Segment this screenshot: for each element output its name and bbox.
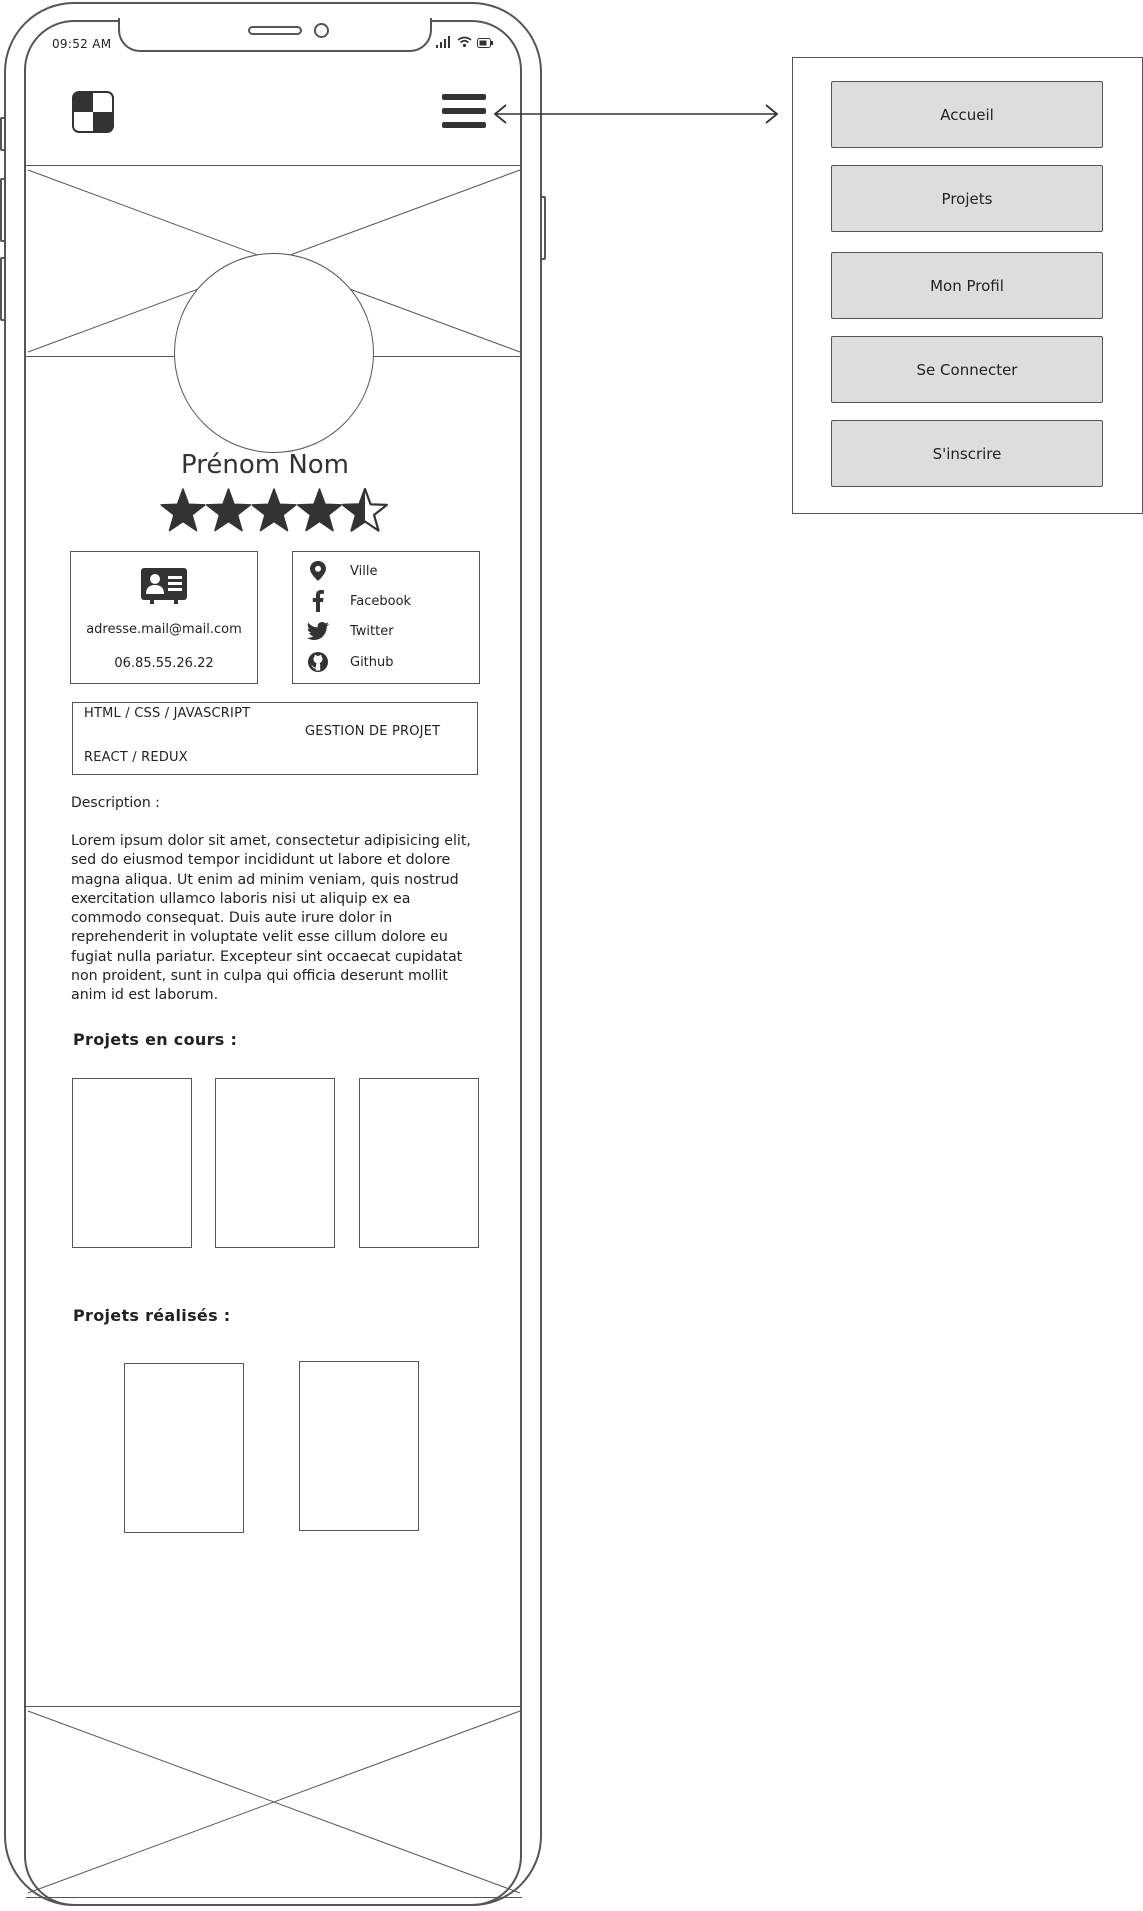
footer-image-placeholder [26,1706,522,1898]
wifi-icon [457,36,472,48]
double-arrow-connector [493,104,779,124]
battery-icon [477,38,493,48]
phone-number[interactable]: 06.85.55.26.22 [72,656,256,671]
menu-item-accueil[interactable]: Accueil [831,81,1103,148]
menu-item-mon-profil[interactable]: Mon Profil [831,252,1103,319]
speaker [248,26,302,35]
projects-in-progress-title: Projets en cours : [73,1030,238,1049]
project-card[interactable] [359,1078,479,1248]
email-link[interactable]: adresse.mail@mail.com [72,622,256,637]
completed-project-card[interactable] [124,1363,244,1533]
completed-project-card[interactable] [299,1361,419,1531]
skill-tag: REACT / REDUX [84,750,188,765]
camera [314,23,329,38]
social-label: Ville [350,563,378,579]
social-label: Twitter [350,623,394,639]
github-icon [306,651,330,673]
status-time: 09:52 AM [52,37,112,51]
star-filled-icon [251,488,297,532]
hamburger-menu-icon[interactable] [442,92,486,130]
facebook-icon [306,590,330,612]
menu-item-se-connecter[interactable]: Se Connecter [831,336,1103,403]
social-item-facebook[interactable]: Facebook [306,590,411,612]
profile-name: Prénom Nom [181,450,349,480]
projects-done-title: Projets réalisés : [73,1306,231,1325]
twitter-icon [306,620,330,642]
star-filled-icon [296,488,343,532]
social-item-github[interactable]: Github [306,651,394,673]
contact-card-icon [141,568,187,604]
location-pin-icon [306,560,330,582]
description-label: Description : [71,795,160,811]
skill-tag: HTML / CSS / JAVASCRIPT [84,706,251,721]
description-text: Lorem ipsum dolor sit amet, consectetur … [71,833,471,1004]
social-label: Github [350,654,394,670]
project-card[interactable] [215,1078,335,1248]
signal-icon [436,36,450,48]
avatar [174,253,374,453]
phone-notch [118,18,432,52]
menu-item-projets[interactable]: Projets [831,165,1103,232]
project-card[interactable] [72,1078,192,1248]
star-filled-icon [160,488,206,532]
logo-icon[interactable] [72,91,114,133]
social-label: Facebook [350,593,412,609]
skill-tag: GESTION DE PROJET [305,724,441,739]
social-item-twitter[interactable]: Twitter [306,620,394,642]
menu-item-sinscrire[interactable]: S'inscrire [831,420,1103,487]
rating-stars [160,487,388,532]
star-filled-icon [205,488,252,532]
status-icons [436,36,493,48]
social-item-ville[interactable]: Ville [306,560,377,582]
